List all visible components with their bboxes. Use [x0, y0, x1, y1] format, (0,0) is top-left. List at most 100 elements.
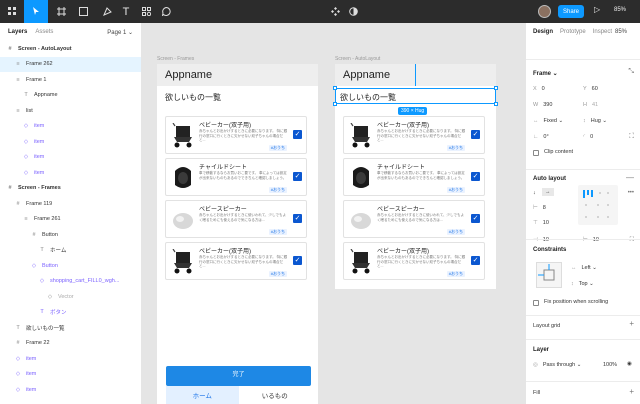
frame-header[interactable]: Frame ⌄ — [533, 70, 558, 77]
layer-row[interactable]: T 欲しいもの一覧 — [0, 320, 141, 336]
layer-row[interactable]: ◇ shopping_cart_FILL0_wgh... — [0, 274, 141, 290]
add-fill-icon[interactable]: + — [629, 387, 634, 396]
component-icon[interactable] — [327, 0, 343, 23]
layer-row[interactable]: T ホーム — [0, 243, 141, 259]
layer-row[interactable]: T ボタン — [0, 305, 141, 321]
item-checkbox[interactable]: ✓ — [293, 214, 302, 223]
visibility-icon[interactable]: ◉ — [627, 361, 632, 367]
constraints-diagram[interactable] — [536, 262, 562, 288]
height-resizing-select[interactable]: ↕ Hug ⌄ — [583, 118, 607, 124]
remove-autolayout-icon[interactable]: — — [626, 173, 634, 182]
layer-row[interactable]: # Button — [0, 227, 141, 243]
nav-items[interactable]: いるもの — [239, 386, 312, 404]
h-field[interactable]: H 41 — [583, 102, 598, 108]
tab-prototype[interactable]: Prototype — [560, 29, 586, 35]
vertical-constraint-select[interactable]: ↕ Top ⌄ — [571, 281, 594, 287]
comment-tool-icon[interactable] — [158, 0, 174, 23]
direction-down-icon[interactable]: ↓ — [533, 190, 536, 196]
tab-layers[interactable]: Layers — [8, 29, 27, 35]
zoom-level[interactable]: 85% — [615, 29, 627, 35]
fix-position-checkbox[interactable] — [533, 300, 539, 306]
layer-row[interactable]: ◇ item — [0, 382, 141, 398]
avatar[interactable] — [538, 5, 551, 18]
text-tool-icon[interactable]: T — [118, 0, 134, 23]
list-item[interactable]: ベビースピーカー 赤ちゃんとお出かけするときに使いわれて、少しでもよく眠るためにも… — [165, 200, 307, 238]
layer-row[interactable]: # Screen - AutoLayout — [0, 41, 141, 57]
layer-row[interactable]: ≡ Frame 262 — [0, 56, 141, 72]
item-checkbox[interactable]: ✓ — [293, 172, 302, 181]
layer-row[interactable]: ◇ item — [0, 351, 141, 367]
frame-label-frames[interactable]: Screen - Frames — [157, 56, 194, 62]
list-item[interactable]: チャイルドシート 車で移動するならお買いおこ要です。 車によっては設定が出来ないも… — [343, 158, 485, 196]
list-item[interactable]: チャイルドシート 車で移動するならお買いおこ要です。 車によっては設定が出来ないも… — [165, 158, 307, 196]
resize-handle[interactable] — [333, 102, 337, 106]
add-layout-grid-icon[interactable]: + — [629, 319, 634, 328]
item-checkbox[interactable]: ✓ — [471, 172, 480, 181]
frames-screen[interactable]: Appname 欲しいもの一覧 ベビーカー(双子用) 赤ちゃんとお出かけするときに… — [157, 64, 318, 404]
horizontal-constraint-select[interactable]: ↔ Left ⌄ — [571, 265, 597, 271]
width-resizing-select[interactable]: ↔ Fixed ⌄ — [533, 118, 563, 124]
layer-row[interactable]: ◇ Button — [0, 258, 141, 274]
tab-inspect[interactable]: Inspect — [593, 29, 612, 35]
opacity-field[interactable]: 100% — [603, 362, 617, 368]
page-selector[interactable]: Page 1 ⌄ — [107, 29, 133, 36]
tab-design[interactable]: Design — [533, 29, 553, 35]
main-menu-icon[interactable] — [3, 0, 21, 23]
layer-row[interactable]: ≡ list — [0, 103, 141, 119]
resize-handle[interactable] — [494, 102, 498, 106]
contrast-icon[interactable] — [345, 0, 361, 23]
frame-tool-icon[interactable] — [50, 0, 72, 23]
direction-right-icon[interactable]: → — [542, 188, 554, 196]
w-field[interactable]: W 390 — [533, 102, 552, 108]
more-options-icon[interactable]: ••• — [628, 190, 634, 196]
move-tool-icon[interactable] — [24, 0, 48, 23]
item-checkbox[interactable]: ✓ — [293, 256, 302, 265]
list-item[interactable]: ベビーカー(双子用) 赤ちゃんとお出かけするときに必要になります。 特に銀行の窓口… — [165, 116, 307, 154]
y-field[interactable]: Y 60 — [583, 86, 598, 92]
clip-content-checkbox[interactable] — [533, 150, 539, 156]
rotation-field[interactable]: ∟ 0° — [533, 134, 549, 140]
x-field[interactable]: X0 — [533, 86, 545, 92]
layer-row[interactable]: # Frame 119 — [0, 196, 141, 212]
frame-label-autolayout[interactable]: Screen - AutoLayout — [335, 56, 380, 62]
padding-top-field[interactable]: ⊤ 10 — [533, 220, 549, 226]
radius-field[interactable]: ◜ 0 — [583, 134, 593, 140]
selection-box[interactable] — [335, 88, 496, 104]
layer-row[interactable]: # Frame 22 — [0, 336, 141, 352]
item-checkbox[interactable]: ✓ — [293, 130, 302, 139]
list-item[interactable]: ベビースピーカー 赤ちゃんとお出かけするときに使いわれて、少しでもよく眠るためにも… — [343, 200, 485, 238]
layer-row[interactable]: ◇ item — [0, 150, 141, 166]
item-checkbox[interactable]: ✓ — [471, 130, 480, 139]
pen-tool-icon[interactable] — [97, 0, 117, 23]
list-item[interactable]: ベビーカー(双子用) 赤ちゃんとお出かけするときに必要になります。 特に銀行の窓口… — [343, 242, 485, 280]
layer-row[interactable]: ≡ Frame 261 — [0, 212, 141, 228]
shape-tool-icon[interactable] — [73, 0, 93, 23]
share-button[interactable]: Share — [558, 5, 584, 18]
canvas[interactable]: Screen - Frames Screen - AutoLayout Appn… — [142, 23, 525, 404]
list-item[interactable]: ベビーカー(双子用) 赤ちゃんとお出かけするときに必要になります。 特に銀行の窓口… — [343, 116, 485, 154]
alignment-grid[interactable] — [578, 185, 618, 225]
blend-mode-select[interactable]: ◎ Pass through ⌄ — [533, 362, 581, 368]
item-checkbox[interactable]: ✓ — [471, 214, 480, 223]
done-button[interactable]: 完了 — [166, 366, 311, 386]
layer-row[interactable]: T Appname — [0, 88, 141, 104]
layer-row[interactable]: ◇ item — [0, 134, 141, 150]
item-checkbox[interactable]: ✓ — [471, 256, 480, 265]
layer-row[interactable]: ◇ Vector — [0, 289, 141, 305]
spacing-field[interactable]: ⊢ 8 — [533, 205, 546, 211]
zoom-level[interactable]: 85% — [614, 7, 626, 13]
resize-handle[interactable] — [494, 86, 498, 90]
layer-row[interactable]: ≡ Frame 1 — [0, 72, 141, 88]
tab-assets[interactable]: Assets — [35, 29, 53, 35]
independent-corners-icon[interactable]: ⛶ — [629, 133, 634, 141]
layer-row[interactable]: # Screen - Frames — [0, 181, 141, 197]
nav-home[interactable]: ホーム — [166, 386, 239, 404]
present-icon[interactable]: ▷ — [594, 5, 600, 14]
resize-handle[interactable] — [333, 86, 337, 90]
layer-row[interactable]: ◇ item — [0, 165, 141, 181]
resources-tool-icon[interactable] — [138, 0, 154, 23]
fit-icon[interactable]: ⤡ — [628, 68, 634, 76]
layer-row[interactable]: ◇ item — [0, 119, 141, 135]
layer-row[interactable]: ◇ item — [0, 367, 141, 383]
list-item[interactable]: ベビーカー(双子用) 赤ちゃんとお出かけするときに必要になります。 特に銀行の窓口… — [165, 242, 307, 280]
